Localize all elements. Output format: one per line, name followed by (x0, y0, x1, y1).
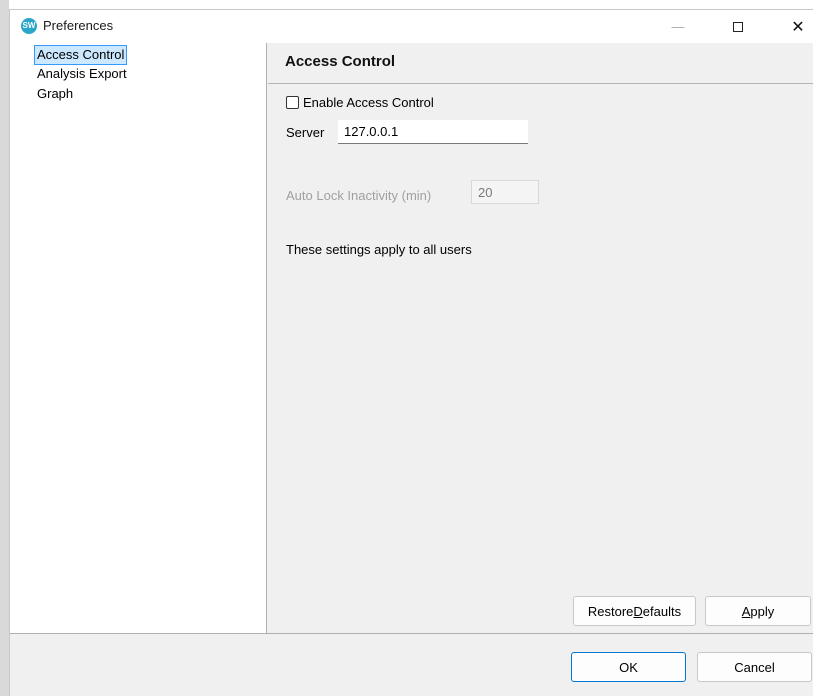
sw-app-icon: SW (21, 18, 37, 34)
title-bar[interactable]: SW Preferences — ✕ (10, 10, 813, 43)
close-icon: ✕ (791, 18, 805, 36)
window-title: Preferences (43, 18, 114, 33)
auto-lock-label: Auto Lock Inactivity (min) (286, 188, 432, 203)
apply-button[interactable]: Apply (705, 596, 811, 626)
tree-item-analysis-export[interactable]: Analysis Export (35, 65, 129, 83)
desktop-top-edge (0, 0, 813, 9)
minimize-button[interactable]: — (655, 10, 701, 43)
page-title: Access Control (285, 53, 396, 70)
enable-access-control-label[interactable]: Enable Access Control (303, 95, 434, 110)
maximize-icon (733, 21, 743, 32)
checkbox-box[interactable] (286, 96, 299, 109)
footer-separator (10, 633, 813, 634)
restore-defaults-button[interactable]: Restore Defaults (573, 596, 696, 626)
desktop-left-edge (0, 0, 9, 696)
close-button[interactable]: ✕ (775, 10, 813, 43)
server-input[interactable] (338, 120, 528, 144)
cancel-button[interactable]: Cancel (697, 652, 812, 682)
minimize-icon: — (671, 19, 685, 34)
ok-button[interactable]: OK (571, 652, 686, 682)
auto-lock-input (471, 180, 539, 204)
enable-access-control-checkbox[interactable]: Enable Access Control (286, 95, 434, 110)
maximize-button[interactable] (715, 10, 761, 43)
preferences-dialog: SW Preferences — ✕ Access Control Analys… (9, 9, 813, 696)
title-separator (268, 83, 813, 84)
settings-note: These settings apply to all users (286, 242, 472, 257)
preference-page: Access Control Enable Access Control Ser… (268, 43, 813, 633)
tree-item-access-control[interactable]: Access Control (33, 45, 128, 65)
tree-item-graph[interactable]: Graph (35, 85, 75, 103)
preferences-tree: Access Control Analysis Export Graph (10, 43, 267, 633)
server-label: Server (286, 125, 325, 140)
